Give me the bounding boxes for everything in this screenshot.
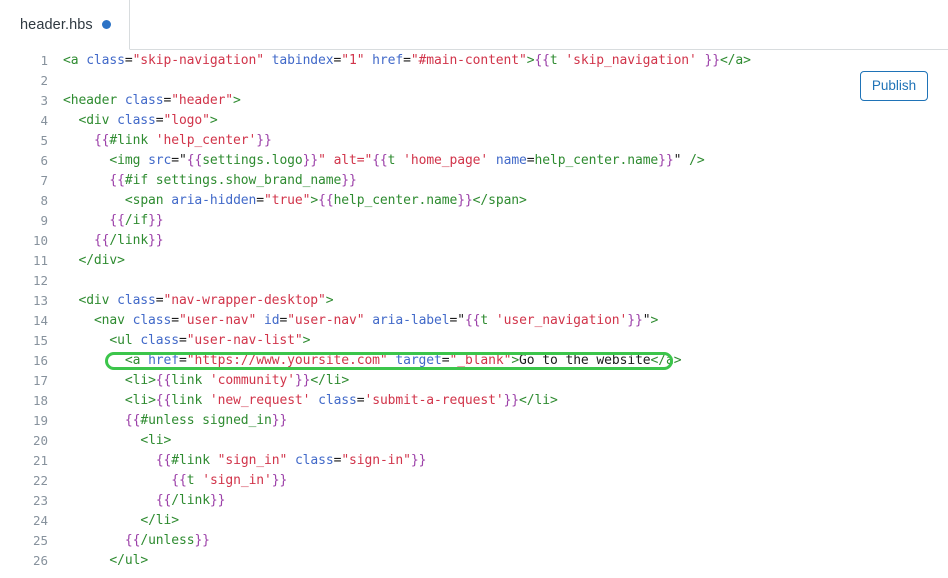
line-number: 3 bbox=[40, 93, 48, 108]
code-line[interactable]: 3 <header class="header"> bbox=[0, 91, 948, 111]
line-number: 25 bbox=[32, 533, 48, 548]
code-text[interactable]: <li>{{link 'community'}}</li> bbox=[48, 371, 948, 391]
code-text[interactable]: <li> bbox=[48, 431, 948, 451]
line-number: 9 bbox=[40, 213, 48, 228]
code-text[interactable]: </div> bbox=[48, 251, 948, 271]
code-line[interactable]: 9 {{/if}} bbox=[0, 211, 948, 231]
code-text[interactable]: <span aria-hidden="true">{{help_center.n… bbox=[48, 191, 948, 211]
code-line[interactable]: 17 <li>{{link 'community'}}</li> bbox=[0, 371, 948, 391]
line-number: 2 bbox=[40, 73, 48, 88]
code-line[interactable]: 25 {{/unless}} bbox=[0, 531, 948, 551]
line-number: 17 bbox=[32, 373, 48, 388]
code-text[interactable]: {{/link}} bbox=[48, 491, 948, 511]
line-number: 6 bbox=[40, 153, 48, 168]
code-text[interactable]: {{#link 'help_center'}} bbox=[48, 131, 948, 151]
line-number: 8 bbox=[40, 193, 48, 208]
line-number: 21 bbox=[32, 453, 48, 468]
line-number: 14 bbox=[32, 313, 48, 328]
code-text[interactable]: <li>{{link 'new_request' class='submit-a… bbox=[48, 391, 948, 411]
code-line[interactable]: 18 <li>{{link 'new_request' class='submi… bbox=[0, 391, 948, 411]
code-text[interactable]: {{#unless signed_in}} bbox=[48, 411, 948, 431]
tab-label: header.hbs bbox=[20, 16, 93, 33]
code-line[interactable]: 10 {{/link}} bbox=[0, 231, 948, 251]
code-text[interactable]: <header class="header"> bbox=[48, 91, 948, 111]
code-text[interactable]: {{/unless}} bbox=[48, 531, 948, 551]
line-number: 26 bbox=[32, 553, 48, 568]
code-text[interactable]: {{#if settings.show_brand_name}} bbox=[48, 171, 948, 191]
code-line[interactable]: 8 <span aria-hidden="true">{{help_center… bbox=[0, 191, 948, 211]
code-line[interactable]: 15 <ul class="user-nav-list"> bbox=[0, 331, 948, 351]
code-text[interactable]: <div class="nav-wrapper-desktop"> bbox=[48, 291, 948, 311]
code-text[interactable]: </ul> bbox=[48, 551, 948, 571]
line-number: 19 bbox=[32, 413, 48, 428]
code-line[interactable]: 13 <div class="nav-wrapper-desktop"> bbox=[0, 291, 948, 311]
code-line[interactable]: 21 {{#link "sign_in" class="sign-in"}} bbox=[0, 451, 948, 471]
code-text[interactable]: </li> bbox=[48, 511, 948, 531]
line-number: 16 bbox=[32, 353, 48, 368]
tab-bar-empty-space bbox=[129, 0, 948, 50]
code-line[interactable]: 24 </li> bbox=[0, 511, 948, 531]
line-number: 10 bbox=[32, 233, 48, 248]
line-number: 11 bbox=[32, 253, 48, 268]
line-number: 24 bbox=[32, 513, 48, 528]
code-editor[interactable]: 1 <a class="skip-navigation" tabindex="1"… bbox=[0, 51, 948, 578]
code-line[interactable]: 12 bbox=[0, 271, 948, 291]
code-line[interactable]: 22 {{t 'sign_in'}} bbox=[0, 471, 948, 491]
code-text[interactable]: {{t 'sign_in'}} bbox=[48, 471, 948, 491]
line-number: 15 bbox=[32, 333, 48, 348]
code-line[interactable]: 20 <li> bbox=[0, 431, 948, 451]
code-line[interactable]: 5 {{#link 'help_center'}} bbox=[0, 131, 948, 151]
code-line[interactable]: 19 {{#unless signed_in}} bbox=[0, 411, 948, 431]
line-number: 1 bbox=[40, 53, 48, 68]
code-text[interactable]: <a class="skip-navigation" tabindex="1" … bbox=[48, 51, 948, 71]
code-line[interactable]: 11 </div> bbox=[0, 251, 948, 271]
code-line[interactable]: 7 {{#if settings.show_brand_name}} bbox=[0, 171, 948, 191]
code-text[interactable]: {{/link}} bbox=[48, 231, 948, 251]
tab-bar: header.hbs bbox=[0, 0, 948, 50]
tab-header-hbs[interactable]: header.hbs bbox=[0, 0, 130, 50]
code-text[interactable]: <div class="logo"> bbox=[48, 111, 948, 131]
code-text[interactable]: <img src="{{settings.logo}}" alt="{{t 'h… bbox=[48, 151, 948, 171]
line-number: 12 bbox=[32, 273, 48, 288]
code-text[interactable]: <a href="https://www.yoursite.com" targe… bbox=[48, 351, 948, 371]
line-number: 23 bbox=[32, 493, 48, 508]
code-line[interactable]: 26 </ul> bbox=[0, 551, 948, 571]
code-line[interactable]: 1 <a class="skip-navigation" tabindex="1"… bbox=[0, 51, 948, 71]
line-number: 5 bbox=[40, 133, 48, 148]
line-number: 20 bbox=[32, 433, 48, 448]
code-text[interactable]: <nav class="user-nav" id="user-nav" aria… bbox=[48, 311, 948, 331]
code-line[interactable]: 2 bbox=[0, 71, 948, 91]
code-line[interactable]: 14 <nav class="user-nav" id="user-nav" a… bbox=[0, 311, 948, 331]
line-number: 7 bbox=[40, 173, 48, 188]
unsaved-changes-dot-icon bbox=[101, 20, 111, 29]
code-line[interactable]: 6 <img src="{{settings.logo}}" alt="{{t … bbox=[0, 151, 948, 171]
line-number: 18 bbox=[32, 393, 48, 408]
code-text[interactable]: {{/if}} bbox=[48, 211, 948, 231]
code-line[interactable]: 4 <div class="logo"> bbox=[0, 111, 948, 131]
line-number: 13 bbox=[32, 293, 48, 308]
publish-button[interactable]: Publish bbox=[860, 71, 928, 101]
code-text[interactable]: {{#link "sign_in" class="sign-in"}} bbox=[48, 451, 948, 471]
line-number: 4 bbox=[40, 113, 48, 128]
code-text[interactable]: <ul class="user-nav-list"> bbox=[48, 331, 948, 351]
code-line[interactable]: 23 {{/link}} bbox=[0, 491, 948, 511]
line-number: 22 bbox=[32, 473, 48, 488]
code-line[interactable]: 16 <a href="https://www.yoursite.com" ta… bbox=[0, 351, 948, 371]
